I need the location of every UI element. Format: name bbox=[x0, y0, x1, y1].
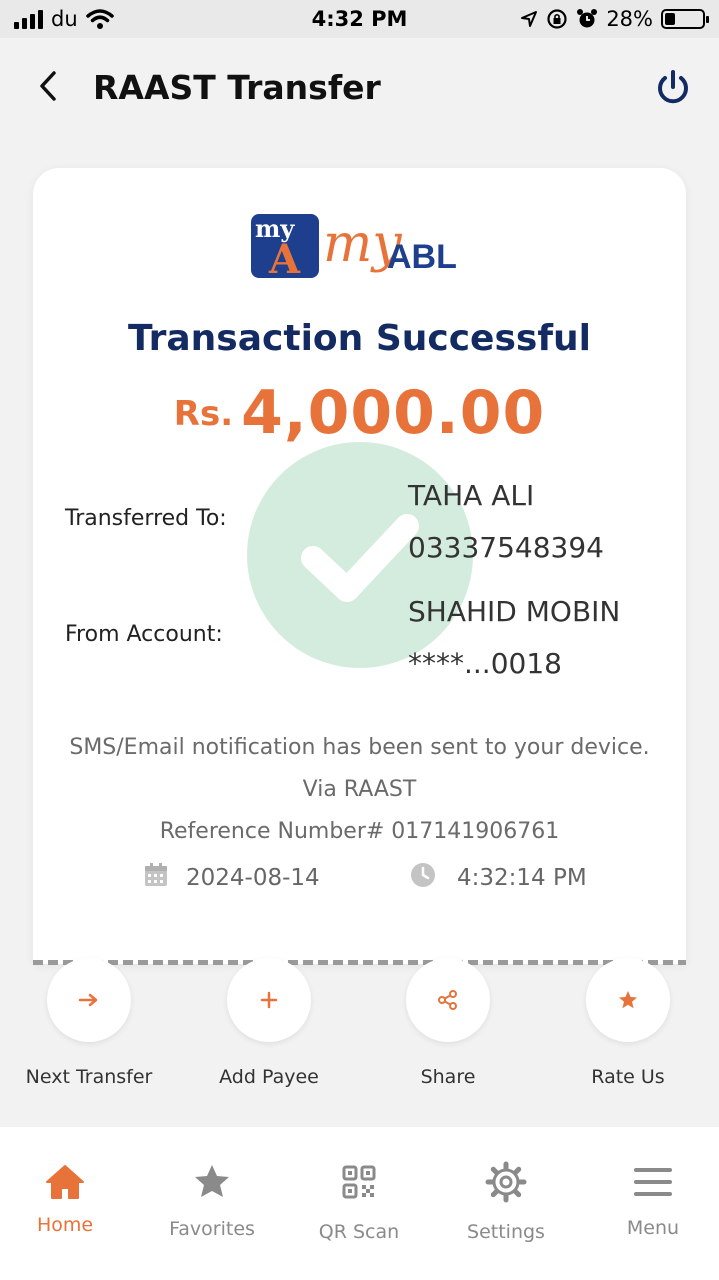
status-bar: du 4:32 PM 28% bbox=[0, 0, 719, 38]
wifi-icon bbox=[85, 9, 114, 29]
add-payee-label: Add Payee bbox=[219, 1066, 319, 1088]
alarm-icon bbox=[577, 9, 598, 28]
share-icon bbox=[438, 990, 457, 1010]
logo-abl-text: ABL bbox=[387, 238, 457, 276]
plus-icon bbox=[260, 991, 278, 1009]
hamburger-icon bbox=[634, 1168, 672, 1196]
logout-button[interactable] bbox=[653, 68, 693, 108]
gear-icon bbox=[485, 1161, 527, 1203]
carrier-name: du bbox=[51, 7, 78, 31]
next-transfer-label: Next Transfer bbox=[25, 1066, 153, 1088]
app-header: RAAST Transfer bbox=[0, 38, 719, 138]
sender-name: SHAHID MOBIN bbox=[408, 595, 621, 628]
home-icon bbox=[46, 1165, 84, 1199]
nav-favorites[interactable]: Favorites bbox=[142, 1127, 282, 1280]
nav-home[interactable]: Home bbox=[0, 1127, 135, 1280]
from-account-label: From Account: bbox=[65, 622, 223, 647]
payee-account: 03337548394 bbox=[408, 531, 604, 564]
qr-icon bbox=[342, 1165, 376, 1199]
chevron-left-icon bbox=[40, 71, 56, 101]
next-transfer-button[interactable]: Next Transfer bbox=[14, 958, 164, 1088]
power-icon bbox=[658, 70, 688, 104]
cellular-signal-icon bbox=[14, 9, 43, 29]
nav-menu[interactable]: Menu bbox=[583, 1127, 719, 1280]
clock-icon bbox=[411, 863, 435, 887]
rotation-lock-icon bbox=[547, 9, 567, 29]
logo-badge: my A bbox=[251, 214, 319, 278]
transferred-to-label: Transferred To: bbox=[65, 506, 227, 531]
location-arrow-icon bbox=[521, 11, 538, 27]
bottom-navigation: Home Favorites QR Scan Settings Menu bbox=[0, 1127, 719, 1280]
calendar-icon bbox=[145, 863, 167, 886]
rate-us-button[interactable]: Rate Us bbox=[553, 958, 703, 1088]
amount-currency: Rs. bbox=[173, 394, 234, 434]
myabl-logo: my A my ABL bbox=[251, 212, 467, 288]
share-label: Share bbox=[420, 1066, 476, 1088]
transaction-time: 4:32:14 PM bbox=[457, 865, 587, 891]
sender-account: ****...0018 bbox=[408, 647, 562, 680]
transaction-date: 2024-08-14 bbox=[186, 865, 320, 891]
notification-message: SMS/Email notification has been sent to … bbox=[69, 735, 650, 760]
transaction-status-title: Transaction Successful bbox=[128, 318, 591, 359]
transfer-channel: Via RAAST bbox=[302, 777, 417, 802]
payee-name: TAHA ALI bbox=[408, 479, 535, 512]
rate-us-label: Rate Us bbox=[591, 1066, 665, 1088]
battery-icon bbox=[661, 9, 709, 29]
nav-qr-scan-label: QR Scan bbox=[318, 1221, 400, 1243]
nav-settings-label: Settings bbox=[467, 1221, 545, 1243]
battery-percentage: 28% bbox=[606, 7, 653, 31]
star-icon bbox=[619, 991, 637, 1009]
amount-value: 4,000.00 bbox=[241, 378, 546, 448]
star-icon bbox=[195, 1165, 229, 1197]
arrow-right-icon bbox=[78, 993, 98, 1007]
receipt-card: my A my ABL Transaction Successful Rs. 4,… bbox=[33, 168, 686, 964]
nav-home-label: Home bbox=[36, 1214, 94, 1236]
share-button[interactable]: Share bbox=[373, 958, 523, 1088]
nav-settings[interactable]: Settings bbox=[436, 1127, 576, 1280]
nav-qr-scan[interactable]: QR Scan bbox=[289, 1127, 429, 1280]
transfer-amount: Rs. 4,000.00 bbox=[33, 378, 686, 448]
nav-favorites-label: Favorites bbox=[169, 1218, 255, 1240]
reference-number: Reference Number# 017141906761 bbox=[159, 819, 560, 844]
nav-menu-label: Menu bbox=[626, 1217, 680, 1239]
back-button[interactable] bbox=[30, 66, 66, 106]
add-payee-button[interactable]: Add Payee bbox=[194, 958, 344, 1088]
page-title: RAAST Transfer bbox=[93, 68, 381, 107]
